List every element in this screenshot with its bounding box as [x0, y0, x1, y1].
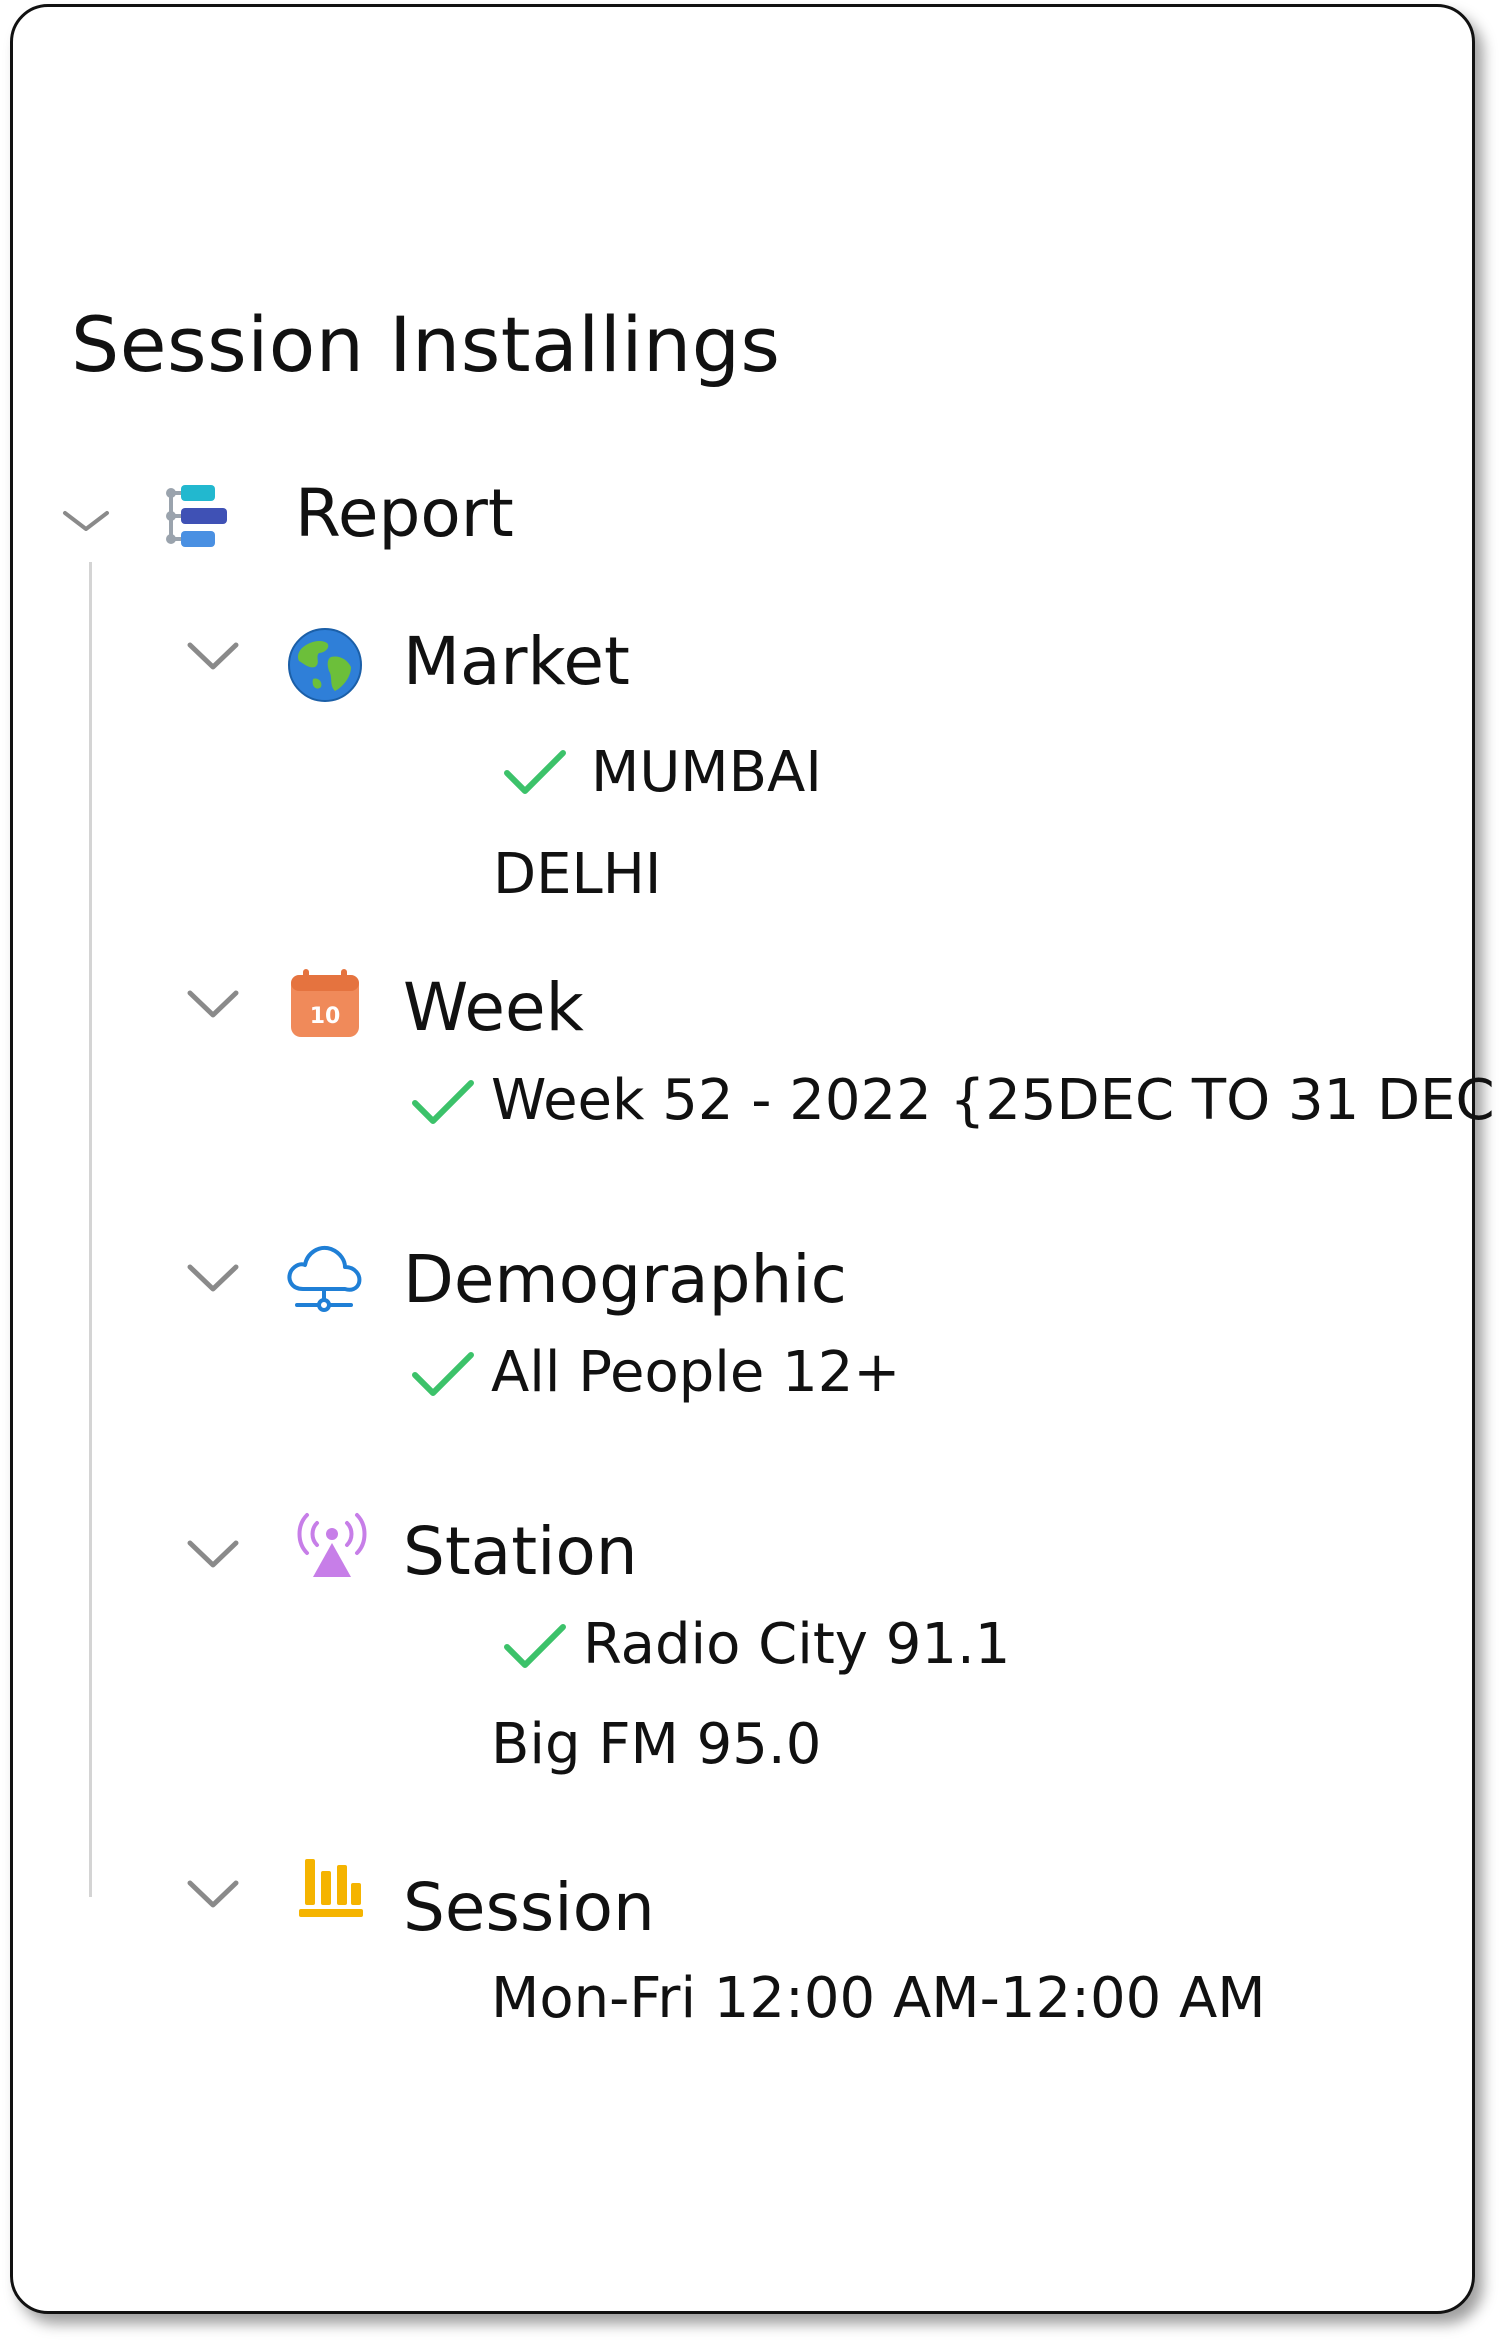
globe-icon — [287, 627, 363, 703]
demographic-collapse-chevron-icon[interactable] — [185, 1261, 241, 1295]
week-option-week52[interactable]: Week 52 - 2022 {25DEC TO 31 DEC} — [491, 1073, 1500, 1129]
station-collapse-chevron-icon[interactable] — [185, 1537, 241, 1571]
root-collapse-chevron-icon[interactable] — [61, 505, 111, 535]
cloud-network-icon — [283, 1239, 365, 1313]
week-collapse-chevron-icon[interactable] — [185, 987, 241, 1021]
tree-node-demographic-label[interactable]: Demographic — [403, 1247, 847, 1313]
tree-node-station-label[interactable]: Station — [403, 1519, 638, 1585]
mumbai-check-icon — [503, 747, 567, 797]
calendar-day-number: 10 — [310, 1004, 341, 1029]
station-option-radio-city[interactable]: Radio City 91.1 — [583, 1617, 1010, 1673]
bar-chart-icon — [299, 1857, 363, 1919]
tree-node-market-label[interactable]: Market — [403, 629, 630, 695]
radio-tower-icon — [295, 1509, 369, 1579]
demographic-option-all-people[interactable]: All People 12+ — [491, 1345, 900, 1401]
market-option-mumbai[interactable]: MUMBAI — [591, 745, 822, 801]
tree-node-session-label[interactable]: Session — [403, 1875, 655, 1941]
market-collapse-chevron-icon[interactable] — [185, 639, 241, 673]
week52-check-icon — [411, 1077, 475, 1127]
market-option-delhi[interactable]: DELHI — [493, 847, 661, 903]
calendar-icon: 10 — [289, 967, 361, 1039]
report-tree-icon — [161, 481, 231, 551]
tree-node-report-label[interactable]: Report — [295, 481, 514, 547]
session-installings-panel: Session Installings Report Market MUMBAI… — [10, 4, 1500, 2314]
panel-title: Session Installings — [71, 300, 781, 389]
all-people-check-icon — [411, 1349, 475, 1399]
station-option-big-fm[interactable]: Big FM 95.0 — [491, 1717, 821, 1773]
session-option-mon-fri[interactable]: Mon-Fri 12:00 AM-12:00 AM — [491, 1971, 1266, 2027]
tree-guide-line — [89, 562, 92, 1897]
tree-node-week-label[interactable]: Week — [403, 975, 584, 1041]
radio-city-check-icon — [503, 1621, 567, 1671]
session-collapse-chevron-icon[interactable] — [185, 1877, 241, 1911]
